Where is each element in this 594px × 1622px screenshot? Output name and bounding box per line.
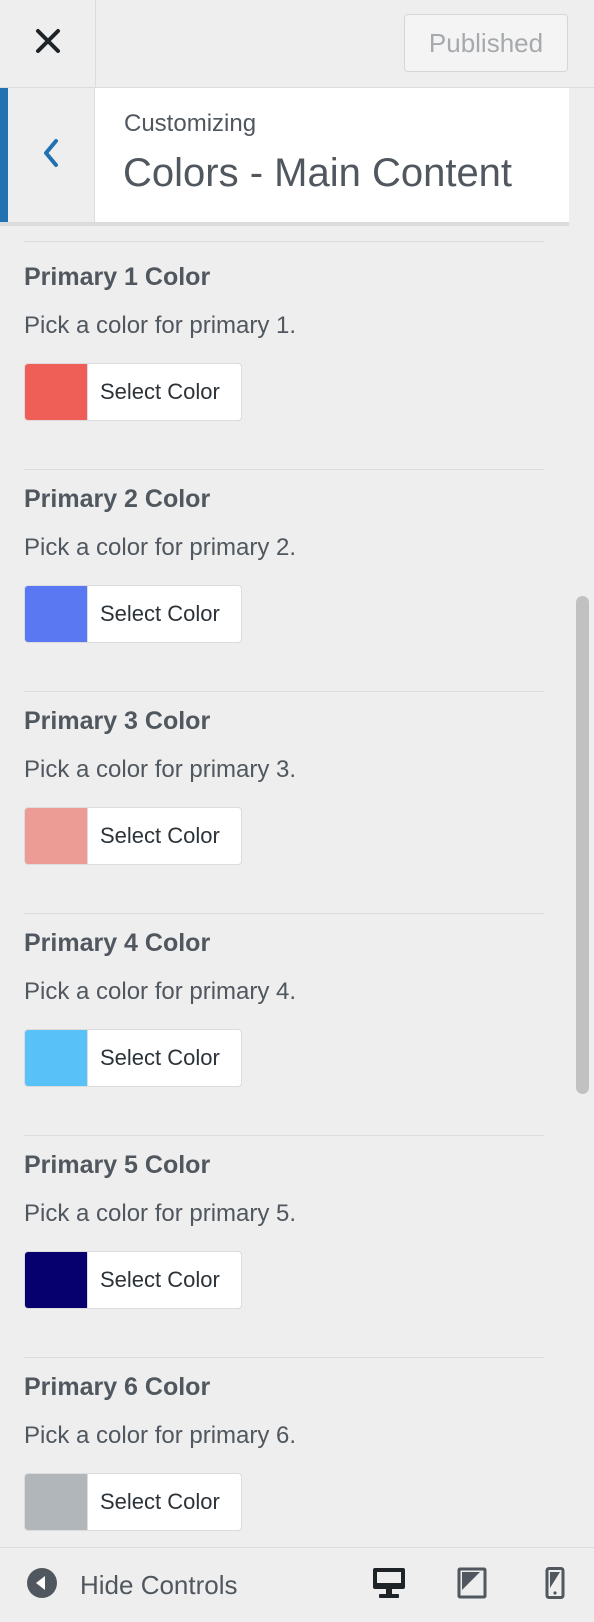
control-description: Pick a color for primary 5. <box>24 1200 297 1227</box>
customizer-footer: Hide Controls <box>0 1547 594 1622</box>
mobile-icon <box>545 1566 565 1604</box>
color-swatch <box>25 364 88 420</box>
color-control: Primary 2 Color Pick a color for primary… <box>24 485 544 707</box>
desktop-icon <box>372 1567 406 1604</box>
divider <box>24 913 544 914</box>
divider <box>24 1135 544 1136</box>
divider <box>24 469 544 470</box>
select-color-label: Select Color <box>100 1489 220 1514</box>
select-color-label: Select Color <box>100 601 220 626</box>
color-control: Primary 3 Color Pick a color for primary… <box>24 707 544 929</box>
color-control: Primary 5 Color Pick a color for primary… <box>24 1151 544 1373</box>
divider <box>24 691 544 692</box>
control-title: Primary 5 Color <box>24 1151 211 1179</box>
control-title: Primary 1 Color <box>24 263 211 291</box>
select-color-button[interactable]: Select Color <box>24 1473 242 1531</box>
color-control: Primary 4 Color Pick a color for primary… <box>24 929 544 1151</box>
close-customizer-button[interactable] <box>0 0 96 87</box>
control-description: Pick a color for primary 6. <box>24 1422 297 1449</box>
section-header: Customizing Colors - Main Content <box>0 88 569 226</box>
section-title: Colors - Main Content <box>123 151 513 195</box>
accent-strip <box>0 88 8 222</box>
device-tablet-button[interactable] <box>447 1548 497 1622</box>
back-button[interactable] <box>8 88 95 222</box>
color-swatch <box>25 1474 88 1530</box>
close-icon <box>35 28 61 59</box>
select-color-button[interactable]: Select Color <box>24 807 242 865</box>
device-desktop-button[interactable] <box>364 1548 414 1622</box>
divider <box>24 1357 544 1358</box>
select-color-label: Select Color <box>100 1267 220 1292</box>
control-title: Primary 3 Color <box>24 707 211 735</box>
divider <box>24 241 544 242</box>
control-title: Primary 4 Color <box>24 929 211 957</box>
select-color-label: Select Color <box>100 1045 220 1070</box>
tablet-icon <box>457 1567 487 1604</box>
select-color-button[interactable]: Select Color <box>24 1029 242 1087</box>
device-mobile-button[interactable] <box>530 1548 580 1622</box>
control-description: Pick a color for primary 1. <box>24 312 297 339</box>
control-title: Primary 2 Color <box>24 485 211 513</box>
select-color-label: Select Color <box>100 379 220 404</box>
scrollbar[interactable] <box>569 226 594 1547</box>
select-color-button[interactable]: Select Color <box>24 363 242 421</box>
select-color-label: Select Color <box>100 823 220 848</box>
control-description: Pick a color for primary 4. <box>24 978 297 1005</box>
section-subtitle: Customizing <box>124 110 257 137</box>
collapse-arrow-icon <box>26 1567 58 1604</box>
hide-controls-label: Hide Controls <box>80 1569 238 1600</box>
color-control: Primary 1 Color Pick a color for primary… <box>24 263 544 485</box>
color-swatch <box>25 1030 88 1086</box>
color-swatch <box>25 586 88 642</box>
select-color-button[interactable]: Select Color <box>24 1251 242 1309</box>
color-swatch <box>25 808 88 864</box>
customizer-header: Published <box>0 0 594 88</box>
select-color-button[interactable]: Select Color <box>24 585 242 643</box>
color-swatch <box>25 1252 88 1308</box>
color-control: Primary 6 Color Pick a color for primary… <box>24 1373 544 1547</box>
hide-controls-button[interactable]: Hide Controls <box>26 1548 238 1622</box>
scrollbar-thumb[interactable] <box>576 596 589 1094</box>
chevron-left-icon <box>41 137 61 174</box>
control-description: Pick a color for primary 3. <box>24 756 297 783</box>
publish-button[interactable]: Published <box>404 14 568 72</box>
controls-list: Primary 1 Color Pick a color for primary… <box>0 226 569 1547</box>
control-title: Primary 6 Color <box>24 1373 211 1401</box>
control-description: Pick a color for primary 2. <box>24 534 297 561</box>
